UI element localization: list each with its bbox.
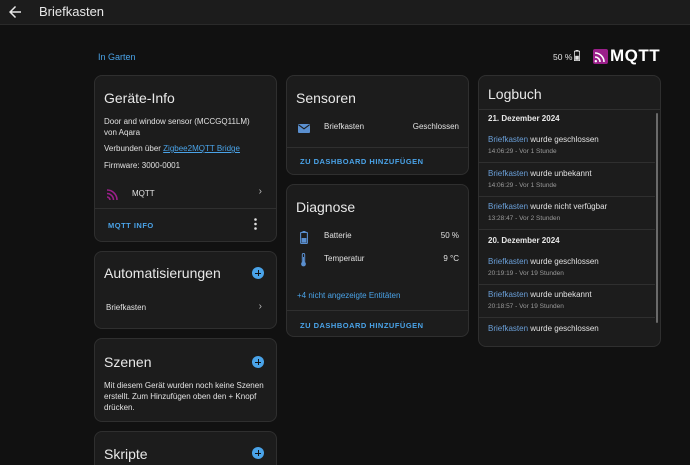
logbook-scrollbar[interactable] bbox=[656, 113, 658, 323]
back-arrow-icon[interactable] bbox=[6, 3, 24, 21]
diagnostics-divider bbox=[287, 310, 468, 311]
mqtt-integration-label: MQTT bbox=[132, 189, 155, 198]
mqtt-integration-row[interactable]: MQTT › bbox=[95, 182, 276, 206]
sensors-add-dashboard-button[interactable]: ZU DASHBOARD HINZUFÜGEN bbox=[300, 157, 424, 166]
add-automation-icon[interactable] bbox=[252, 267, 264, 279]
log-entry: Briefkasten wurde geschlossen bbox=[479, 319, 655, 346]
mqtt-info-button[interactable]: MQTT INFO bbox=[108, 221, 154, 230]
log-text: wurde geschlossen bbox=[528, 257, 599, 266]
sensors-title: Sensoren bbox=[296, 90, 356, 106]
sensor-name: Briefkasten bbox=[324, 122, 365, 131]
log-entity-link[interactable]: Briefkasten bbox=[488, 202, 528, 211]
add-scene-icon[interactable] bbox=[252, 356, 264, 368]
log-entity-link[interactable]: Briefkasten bbox=[488, 169, 528, 178]
sensor-row-briefkasten[interactable]: Briefkasten Geschlossen bbox=[287, 118, 468, 138]
log-entity-link[interactable]: Briefkasten bbox=[488, 135, 528, 144]
log-text: wurde geschlossen bbox=[528, 135, 599, 144]
mail-icon bbox=[298, 124, 310, 133]
diagnostic-row-battery[interactable]: Batterie 50 % bbox=[287, 227, 468, 247]
device-info-card: Geräte-Info Door and window sensor (MCCG… bbox=[94, 75, 277, 242]
area-link[interactable]: In Garten bbox=[98, 52, 136, 62]
scripts-title: Skripte bbox=[104, 446, 148, 462]
log-entry: Briefkasten wurde geschlossen 14:06:29 -… bbox=[479, 130, 655, 163]
mqtt-logo-text: MQTT bbox=[610, 46, 661, 65]
scenes-title: Szenen bbox=[104, 354, 152, 370]
log-time: 20:19:19 - Vor 19 Stunden bbox=[488, 270, 564, 277]
log-entry: Briefkasten wurde geschlossen 20:19:19 -… bbox=[479, 252, 655, 285]
hidden-entities-link[interactable]: +4 nicht angezeigte Entitäten bbox=[297, 291, 400, 300]
log-entry: Briefkasten wurde unbekannt 14:06:29 - V… bbox=[479, 164, 655, 197]
top-app-bar: Briefkasten bbox=[0, 0, 690, 25]
thermometer-icon bbox=[301, 253, 306, 267]
log-text: wurde unbekannt bbox=[528, 169, 592, 178]
automations-card: Automatisierungen Briefkasten › bbox=[94, 251, 277, 329]
log-day-header: 21. Dezember 2024 bbox=[488, 114, 560, 123]
bridge-link[interactable]: Zigbee2MQTT Bridge bbox=[163, 144, 240, 153]
battery-percentage: 50 % bbox=[553, 52, 573, 62]
log-entity-link[interactable]: Briefkasten bbox=[488, 257, 528, 266]
log-entity-link[interactable]: Briefkasten bbox=[488, 324, 528, 333]
mqtt-integration-icon bbox=[106, 189, 118, 201]
automation-item[interactable]: Briefkasten › bbox=[95, 297, 276, 319]
page-title: Briefkasten bbox=[39, 4, 105, 19]
log-text: wurde nicht verfügbar bbox=[528, 202, 608, 211]
scenes-empty-text: Mit diesem Gerät wurden noch keine Szene… bbox=[104, 381, 264, 412]
log-text: wurde geschlossen bbox=[528, 324, 599, 333]
log-time: 13:28:47 - Vor 2 Stunden bbox=[488, 215, 561, 222]
log-text: wurde unbekannt bbox=[528, 290, 592, 299]
battery-icon bbox=[574, 50, 580, 61]
diagnostics-add-dashboard-button[interactable]: ZU DASHBOARD HINZUFÜGEN bbox=[300, 321, 424, 330]
connection-prefix: Verbunden über bbox=[104, 144, 164, 153]
log-day-header: 20. Dezember 2024 bbox=[488, 236, 560, 245]
scripts-card: Skripte bbox=[94, 431, 277, 465]
chevron-right-icon: › bbox=[258, 301, 262, 312]
log-entry: Briefkasten wurde nicht verfügbar 13:28:… bbox=[479, 197, 655, 230]
chevron-right-icon: › bbox=[258, 186, 262, 197]
device-info-divider bbox=[95, 208, 276, 209]
mqtt-logo: MQTT bbox=[593, 46, 661, 65]
sensors-card: Sensoren Briefkasten Geschlossen ZU DASH… bbox=[286, 75, 469, 175]
diagnostics-card: Diagnose Batterie 50 % Temperatur 9 °C +… bbox=[286, 184, 469, 337]
diagnostics-title: Diagnose bbox=[296, 199, 356, 215]
device-model: Door and window sensor (MCCGQ11LM) bbox=[104, 117, 250, 126]
device-manufacturer: von Aqara bbox=[104, 128, 141, 137]
log-entity-link[interactable]: Briefkasten bbox=[488, 290, 528, 299]
sensor-value: Geschlossen bbox=[412, 122, 459, 131]
diagnostic-name: Temperatur bbox=[324, 254, 365, 263]
automations-title: Automatisierungen bbox=[104, 265, 221, 281]
logbook-card: Logbuch 21. Dezember 2024 Briefkasten wu… bbox=[478, 75, 661, 347]
sensors-divider bbox=[287, 147, 468, 148]
log-time: 14:06:29 - Vor 1 Stunde bbox=[488, 182, 557, 189]
mqtt-signal-icon bbox=[593, 48, 608, 64]
automation-item-label: Briefkasten bbox=[106, 303, 147, 312]
log-time: 14:06:29 - Vor 1 Stunde bbox=[488, 148, 557, 155]
logbook-divider bbox=[479, 109, 660, 110]
diagnostic-name: Batterie bbox=[324, 231, 352, 240]
add-script-icon[interactable] bbox=[252, 447, 264, 459]
battery-icon bbox=[300, 231, 308, 244]
log-time: 20:18:57 - Vor 19 Stunden bbox=[488, 303, 564, 310]
device-connection: Verbunden über Zigbee2MQTT Bridge bbox=[104, 144, 240, 153]
scenes-card: Szenen Mit diesem Gerät wurden noch kein… bbox=[94, 338, 277, 422]
more-options-icon[interactable] bbox=[254, 217, 257, 230]
log-entry: Briefkasten wurde unbekannt 20:18:57 - V… bbox=[479, 285, 655, 318]
diagnostic-value: 9 °C bbox=[443, 254, 459, 263]
diagnostic-row-temperature[interactable]: Temperatur 9 °C bbox=[287, 250, 468, 270]
logbook-title: Logbuch bbox=[488, 86, 542, 102]
device-info-title: Geräte-Info bbox=[104, 90, 175, 106]
device-firmware: Firmware: 3000-0001 bbox=[104, 161, 181, 170]
diagnostic-value: 50 % bbox=[440, 231, 459, 240]
